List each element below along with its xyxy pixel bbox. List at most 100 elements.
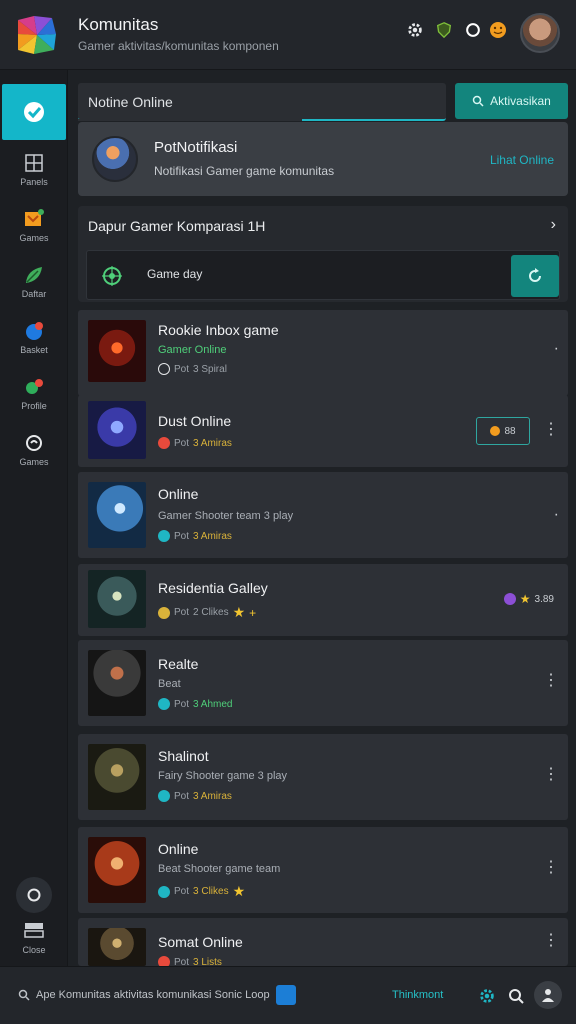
activate-button[interactable]: Aktivasikan bbox=[455, 83, 568, 119]
game-meta: Pot 3 Spiral bbox=[158, 363, 227, 375]
star-icon: ★ bbox=[232, 883, 246, 899]
search-input[interactable]: Notine Online bbox=[78, 83, 446, 121]
activate-button-label: Aktivasikan bbox=[490, 94, 551, 108]
sidebar-item-label: Basket bbox=[20, 345, 48, 355]
user-avatar[interactable] bbox=[520, 13, 560, 53]
sidebar-item-basket[interactable]: Basket bbox=[0, 320, 68, 374]
sparkle-icon: + bbox=[249, 605, 257, 620]
more-icon[interactable]: ⋮ bbox=[543, 670, 559, 690]
game-title: Residentia Galley bbox=[158, 580, 268, 596]
shield-icon[interactable] bbox=[434, 20, 454, 40]
more-icon[interactable]: ⋮ bbox=[543, 857, 559, 877]
list-item[interactable]: Shalinot Fairy Shooter game 3 play Pot 3… bbox=[78, 734, 568, 820]
notification-card[interactable]: PotNotifikasi Notifikasi Gamer game komu… bbox=[78, 122, 568, 196]
game-day-button[interactable] bbox=[511, 255, 559, 297]
check-icon bbox=[158, 698, 170, 710]
game-meta-b: 3 Clikes bbox=[193, 886, 229, 897]
game-thumbnail bbox=[88, 650, 146, 716]
sidebar-item-label: Games bbox=[19, 233, 49, 243]
bottom-bar: Ape Komunitas aktivitas komunikasi Sonic… bbox=[0, 966, 576, 1024]
power-button[interactable] bbox=[16, 877, 52, 913]
check-icon bbox=[158, 363, 170, 375]
game-meta-a: Pot bbox=[174, 886, 190, 897]
list-item[interactable]: Residentia Galley Pot 2 Clikes ★ + ★ 3.8… bbox=[78, 564, 568, 636]
gear-icon[interactable] bbox=[476, 985, 498, 1007]
game-meta: Pot 3 Ahmed bbox=[158, 698, 233, 710]
bottom-link[interactable]: Thinkmont bbox=[392, 989, 443, 1001]
panel-icon bbox=[24, 923, 44, 938]
game-day-bar[interactable]: Game day bbox=[86, 250, 560, 300]
more-icon[interactable]: · bbox=[554, 506, 559, 524]
game-title: Somat Online bbox=[158, 934, 243, 950]
circle-icon[interactable] bbox=[463, 20, 483, 40]
sidebar-item-games[interactable]: Games bbox=[0, 208, 68, 262]
game-subtitle: Beat Shooter game team bbox=[158, 863, 281, 875]
game-meta-b: 3 Ahmed bbox=[193, 698, 233, 710]
game-title: Online bbox=[158, 486, 199, 502]
profile-button[interactable] bbox=[534, 981, 562, 1009]
list-item[interactable]: Somat Online Pot 3 Lists ⋮ bbox=[78, 918, 568, 968]
star-icon: ★ bbox=[232, 604, 246, 620]
window-icon[interactable] bbox=[276, 985, 296, 1005]
emoji-icon[interactable] bbox=[488, 20, 508, 40]
coin-icon bbox=[490, 426, 501, 436]
sidebar-item-label: Games bbox=[19, 457, 49, 467]
check-icon bbox=[158, 790, 170, 802]
list-item[interactable]: Rookie Inbox game Gamer Online Pot 3 Spi… bbox=[78, 310, 568, 396]
sidebar-item-panels[interactable]: Panels bbox=[0, 152, 68, 206]
game-meta-a: Pot bbox=[174, 437, 190, 449]
game-thumbnail bbox=[88, 928, 146, 966]
person-icon bbox=[542, 989, 554, 1002]
list-item[interactable]: Online Beat Shooter game team Pot 3 Clik… bbox=[78, 827, 568, 913]
game-meta-b: 2 Clikes bbox=[193, 607, 229, 618]
sidebar-close[interactable]: Close bbox=[0, 922, 68, 955]
bottom-status: Ape Komunitas aktivitas komunikasi Sonic… bbox=[18, 989, 270, 1001]
sidebar-item-games-2[interactable]: Games bbox=[0, 432, 68, 486]
more-icon[interactable]: ⋮ bbox=[543, 764, 559, 784]
game-meta: Pot 2 Clikes ★ + bbox=[158, 604, 256, 621]
game-title: Rookie Inbox game bbox=[158, 322, 279, 338]
game-subtitle: Gamer Shooter team 3 play bbox=[158, 510, 294, 522]
more-icon[interactable]: · bbox=[554, 340, 559, 358]
sidebar-item-profile[interactable]: Profile bbox=[0, 376, 68, 430]
game-rating: ★ 3.89 bbox=[503, 592, 554, 606]
notification-link[interactable]: Lihat Online bbox=[490, 153, 554, 167]
game-title: Dust Online bbox=[158, 413, 232, 429]
game-meta-b: 3 Spiral bbox=[193, 363, 227, 375]
game-badge[interactable]: 88 bbox=[476, 417, 530, 445]
chevron-right-icon[interactable]: › bbox=[551, 216, 556, 234]
game-thumbnail bbox=[88, 320, 146, 382]
game-thumbnail bbox=[88, 401, 146, 459]
leaf-icon bbox=[23, 264, 45, 286]
list-item[interactable]: Dust Online Pot 3 Amiras 88 ⋮ bbox=[78, 395, 568, 467]
rating-icon bbox=[503, 593, 516, 605]
more-icon[interactable]: ⋮ bbox=[543, 930, 559, 950]
more-icon[interactable]: ⋮ bbox=[543, 419, 559, 439]
game-meta-a: Pot bbox=[174, 363, 190, 375]
check-icon bbox=[158, 530, 170, 542]
search-icon[interactable] bbox=[505, 985, 527, 1007]
chat-icon bbox=[23, 320, 45, 342]
star-icon: ★ bbox=[519, 592, 531, 606]
game-badge-value: 3.89 bbox=[534, 593, 554, 605]
list-item[interactable]: Online Gamer Shooter team 3 play Pot 3 A… bbox=[78, 472, 568, 558]
list-item[interactable]: Realte Beat Pot 3 Ahmed ⋮ bbox=[78, 640, 568, 726]
search-value: Notine Online bbox=[88, 94, 173, 110]
search-icon bbox=[472, 95, 484, 107]
game-meta-b: 3 Amiras bbox=[193, 530, 232, 542]
gamepad-icon bbox=[23, 208, 45, 230]
game-title: Realte bbox=[158, 656, 199, 672]
app-logo[interactable] bbox=[16, 14, 58, 56]
check-badge-icon bbox=[24, 102, 44, 122]
sidebar-item-home[interactable] bbox=[2, 84, 66, 140]
game-meta: Pot 3 Clikes ★ bbox=[158, 883, 245, 900]
game-subtitle: Fairy Shooter game 3 play bbox=[158, 770, 288, 782]
game-meta-a: Pot bbox=[174, 790, 190, 802]
game-thumbnail bbox=[88, 744, 146, 810]
game-day-label: Game day bbox=[147, 267, 203, 281]
gear-icon[interactable] bbox=[405, 20, 425, 40]
game-meta-a: Pot bbox=[174, 607, 190, 618]
bottom-status-text: Ape Komunitas aktivitas komunikasi Sonic… bbox=[36, 989, 270, 1001]
swirl-icon bbox=[23, 432, 45, 454]
sidebar-item-daftar[interactable]: Daftar bbox=[0, 264, 68, 318]
